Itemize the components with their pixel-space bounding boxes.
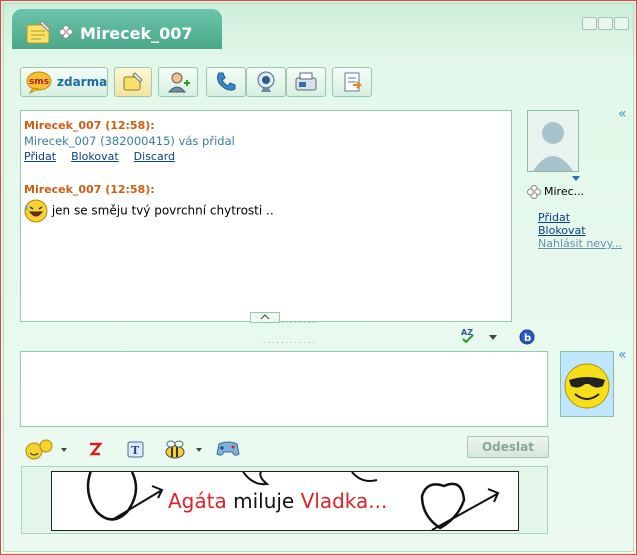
laughing-emoticon-icon	[24, 199, 48, 223]
discard-link[interactable]: Discard	[134, 150, 175, 163]
close-button[interactable]	[614, 17, 629, 30]
sms-button[interactable]: sms zdarma	[20, 67, 108, 97]
message-chat: Mirecek_007 (12:58): jen se směju tvý po…	[24, 183, 274, 223]
collapse-sidebar-icon[interactable]: «	[618, 106, 627, 122]
message-sender: Mirecek_007 (12:58):	[24, 119, 155, 132]
call-button[interactable]	[206, 67, 246, 97]
chevron-down-icon[interactable]	[61, 448, 67, 453]
banner-name-1: Agáta	[168, 489, 227, 513]
message-text: jen se směju tvý povrchní chytrosti ..	[51, 203, 274, 218]
banner-text: Agáta miluje Vladka...	[168, 489, 387, 513]
notes-button[interactable]	[114, 67, 152, 97]
banner-verb: miluje	[233, 489, 295, 513]
chevron-down-icon[interactable]	[196, 448, 202, 453]
status-flower-icon	[59, 25, 73, 39]
message-row: jen se směju tvý povrchní chytrosti ..	[24, 199, 274, 223]
send-button[interactable]: Odeslat	[467, 436, 549, 458]
fax-button[interactable]	[286, 67, 326, 97]
add-contact-icon	[167, 72, 190, 93]
emoticons-icon[interactable]	[24, 438, 60, 460]
message-input[interactable]	[20, 351, 548, 427]
my-avatar[interactable]	[560, 351, 614, 417]
chat-history[interactable]: Mirecek_007 (12:58): Mirecek_007 (382000…	[20, 110, 512, 322]
minimize-button[interactable]	[582, 17, 597, 30]
contact-avatar[interactable]	[527, 110, 579, 172]
contact-name: Mirec...	[544, 185, 585, 198]
contact-actions: Přidat Blokovat Nahlásit nevy...	[538, 211, 622, 250]
message-system: Mirecek_007 (12:58): Mirecek_007 (382000…	[24, 119, 235, 163]
fax-icon	[295, 72, 317, 91]
message-sender: Mirecek_007 (12:58):	[24, 183, 155, 196]
webcam-icon	[257, 71, 275, 92]
svg-text:T: T	[131, 444, 140, 457]
report-link[interactable]: Nahlásit nevy...	[538, 237, 622, 250]
add-link[interactable]: Přidat	[24, 150, 56, 163]
add-contact-button[interactable]	[158, 67, 198, 97]
banner-name-2: Vladka...	[300, 489, 388, 513]
notes-icon	[123, 72, 143, 91]
collapse-sidebar-icon[interactable]: «	[618, 347, 627, 363]
window-title: Mirecek_007	[80, 24, 193, 43]
status-flower-icon	[527, 185, 541, 199]
ad-banner-frame: Agáta miluje Vladka...	[21, 466, 548, 534]
block-link[interactable]: Blokovat	[71, 150, 119, 163]
window-frame: Mirecek_007 sms zdarma Mirecek_007 (12:5…	[3, 3, 634, 552]
chevron-down-icon[interactable]	[572, 176, 580, 182]
send-file-icon	[344, 72, 363, 92]
sms-badge: sms	[29, 77, 49, 87]
text-format-icon[interactable]: T	[127, 441, 144, 458]
chevron-up-icon	[260, 314, 270, 320]
block-contact-link[interactable]: Blokovat	[538, 224, 622, 237]
ad-banner[interactable]: Agáta miluje Vladka...	[51, 471, 519, 531]
message-text: Mirecek_007 (382000415) vás přidal	[24, 134, 235, 148]
message-links: Přidat Blokovat Discard	[24, 150, 235, 163]
person-silhouette-icon	[533, 122, 573, 171]
phone-icon	[217, 72, 236, 91]
spellcheck-icon[interactable]: AZ	[460, 327, 480, 345]
bee-animation-icon[interactable]	[162, 438, 188, 460]
splitter-grip-icon[interactable]: ˙˙˙˙˙˙˙˙˙˙˙˙	[262, 322, 316, 332]
maximize-button[interactable]	[598, 17, 613, 30]
chevron-down-icon[interactable]	[489, 335, 497, 341]
format-icon[interactable]: b	[519, 329, 535, 345]
send-file-button[interactable]	[332, 67, 372, 97]
svg-text:b: b	[524, 333, 531, 344]
notepad-icon	[26, 20, 51, 44]
chat-window: Mirecek_007 sms zdarma Mirecek_007 (12:5…	[0, 0, 637, 555]
games-icon[interactable]	[215, 440, 241, 458]
webcam-button[interactable]	[246, 67, 286, 97]
buzz-icon[interactable]	[87, 441, 103, 457]
title-bar: Mirecek_007	[4, 4, 633, 49]
add-contact-link[interactable]: Přidat	[538, 211, 622, 224]
sms-label: zdarma	[57, 75, 108, 89]
sms-icon: sms	[26, 71, 52, 94]
sunglasses-smiley-icon	[564, 363, 610, 409]
